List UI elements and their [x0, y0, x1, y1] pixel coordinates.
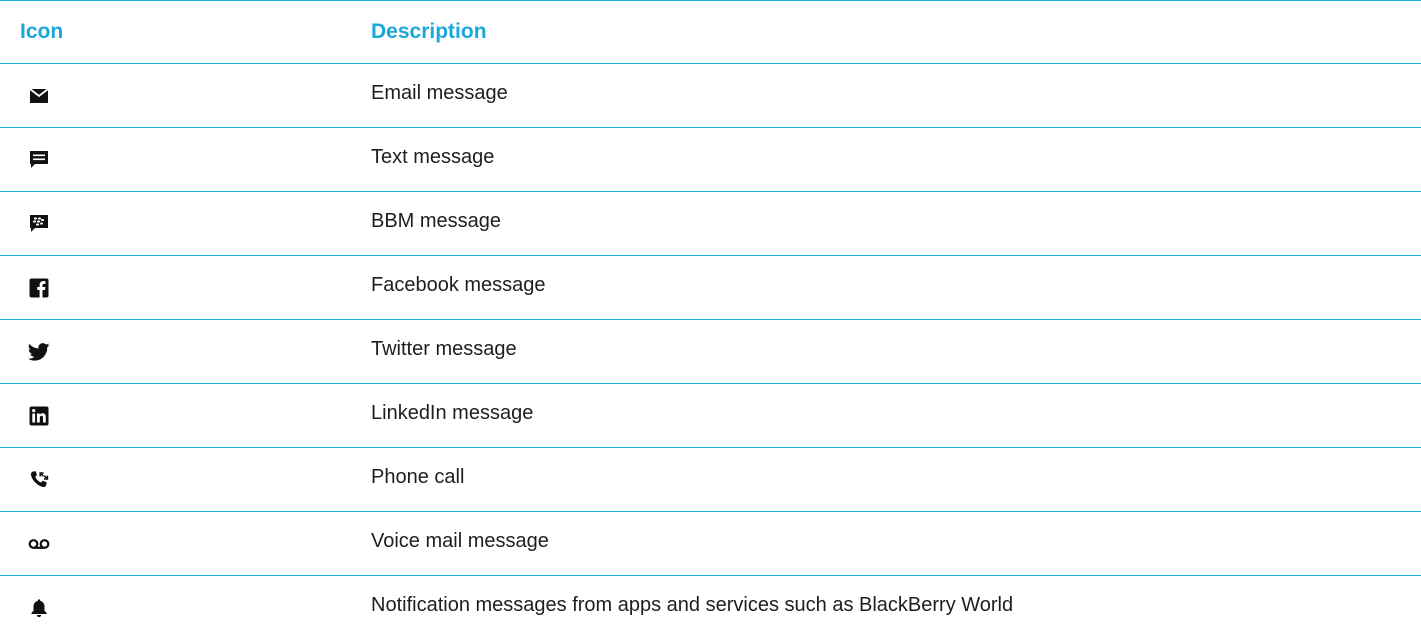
bbm-icon	[22, 192, 56, 255]
row-description: Phone call	[371, 466, 465, 488]
text-message-icon	[22, 128, 56, 191]
header-description: Description	[371, 20, 487, 43]
table-row: LinkedIn message	[0, 384, 1421, 448]
row-description: Twitter message	[371, 338, 517, 360]
table-row: Voice mail message	[0, 512, 1421, 576]
table-row: Text message	[0, 128, 1421, 192]
facebook-icon	[22, 256, 56, 319]
table-row: Notification messages from apps and serv…	[0, 576, 1421, 640]
row-description: BBM message	[371, 210, 502, 232]
twitter-icon	[22, 320, 56, 383]
row-description: Voice mail message	[371, 530, 549, 552]
voicemail-icon	[22, 512, 56, 575]
header-icon: Icon	[20, 20, 64, 43]
table-row: Phone call	[0, 448, 1421, 512]
row-description: Email message	[371, 82, 508, 104]
phone-call-icon	[22, 448, 56, 511]
row-description: LinkedIn message	[371, 402, 534, 424]
table-row: BBM message	[0, 192, 1421, 256]
row-description: Text message	[371, 146, 495, 168]
table-row: Facebook message	[0, 256, 1421, 320]
bell-icon	[22, 576, 56, 639]
table-row: Email message	[0, 64, 1421, 128]
row-description: Notification messages from apps and serv…	[371, 594, 1014, 616]
table-header: Icon Description	[0, 0, 1421, 64]
envelope-icon	[22, 64, 56, 127]
icon-description-table: Icon Description Email message Text mess…	[0, 0, 1421, 640]
linkedin-icon	[22, 384, 56, 447]
table-row: Twitter message	[0, 320, 1421, 384]
row-description: Facebook message	[371, 274, 546, 296]
